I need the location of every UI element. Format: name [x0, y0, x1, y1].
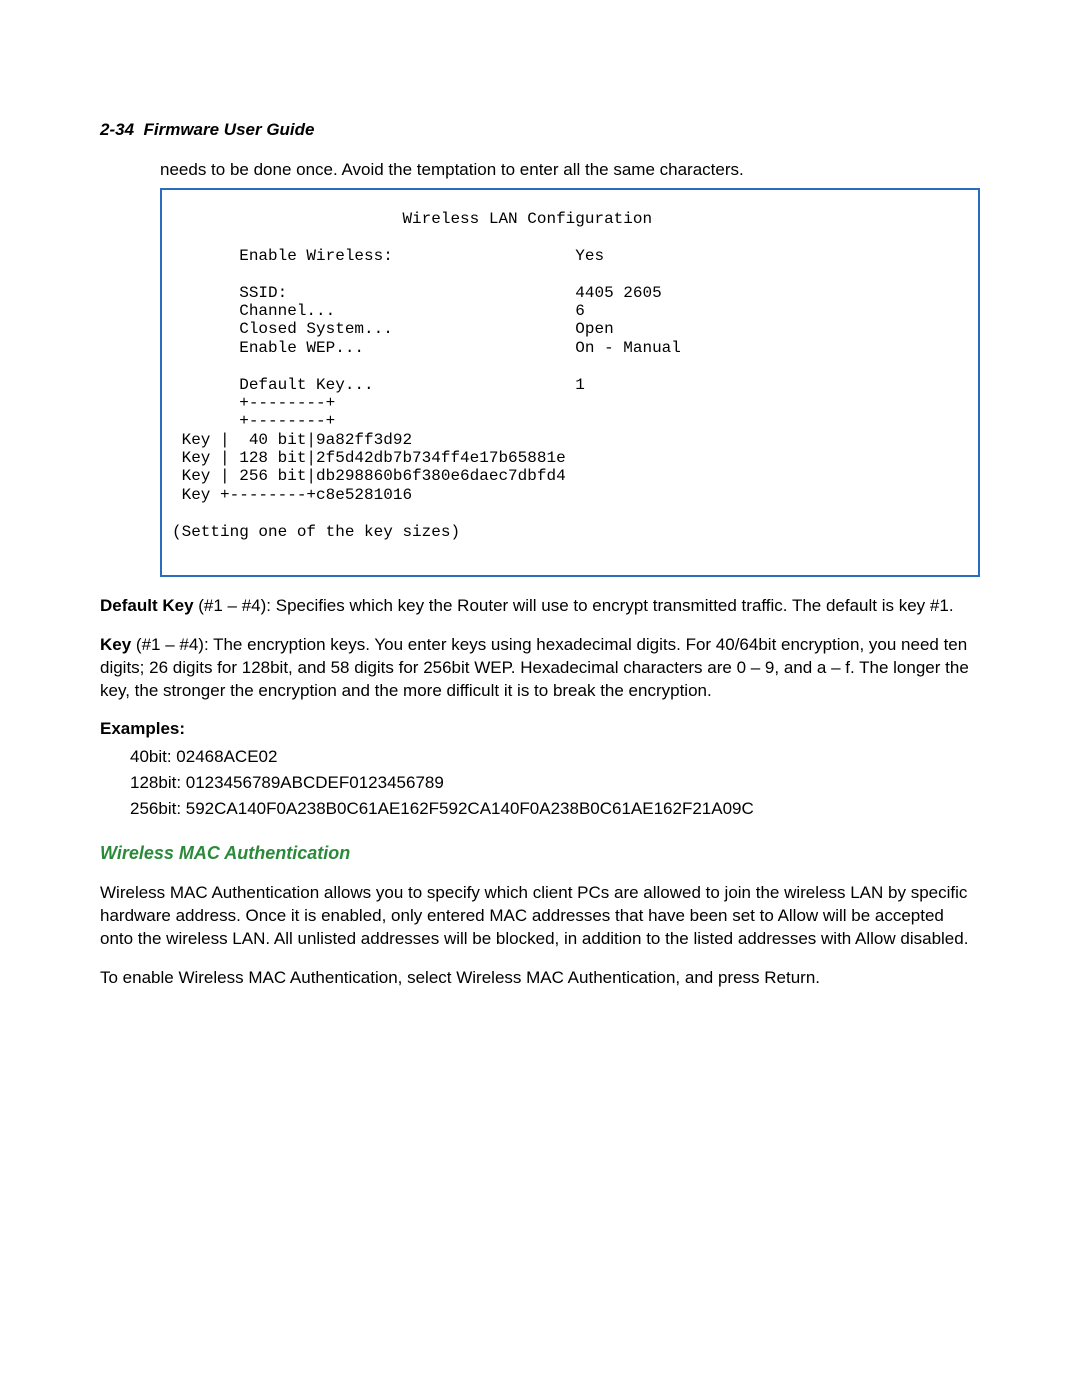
key-paragraph: Key (#1 – #4): The encryption keys. You … — [100, 634, 980, 703]
example-256bit: 256bit: 592CA140F0A238B0C61AE162F592CA14… — [130, 799, 980, 819]
wireless-mac-body: Wireless MAC Authentication allows you t… — [100, 882, 980, 990]
document-page: 2-34 Firmware User Guide needs to be don… — [0, 0, 1080, 1397]
doc-title: Firmware User Guide — [143, 120, 314, 139]
page-number: 2-34 — [100, 120, 134, 139]
intro-line: needs to be done once. Avoid the temptat… — [160, 160, 980, 180]
wireless-mac-heading: Wireless MAC Authentication — [100, 843, 980, 864]
page-header: 2-34 Firmware User Guide — [100, 120, 980, 140]
wireless-mac-p2: To enable Wireless MAC Authentication, s… — [100, 967, 980, 990]
example-128bit: 128bit: 0123456789ABCDEF0123456789 — [130, 773, 980, 793]
wireless-mac-p1: Wireless MAC Authentication allows you t… — [100, 882, 980, 951]
wireless-lan-config-box: Wireless LAN Configuration Enable Wirele… — [160, 188, 980, 577]
key-text: (#1 – #4): The encryption keys. You ente… — [100, 635, 969, 700]
default-key-label: Default Key — [100, 596, 194, 615]
key-label: Key — [100, 635, 131, 654]
examples-heading: Examples: — [100, 719, 980, 739]
body-text: Default Key (#1 – #4): Specifies which k… — [100, 595, 980, 703]
default-key-text: (#1 – #4): Specifies which key the Route… — [194, 596, 954, 615]
example-40bit: 40bit: 02468ACE02 — [130, 747, 980, 767]
default-key-paragraph: Default Key (#1 – #4): Specifies which k… — [100, 595, 980, 618]
